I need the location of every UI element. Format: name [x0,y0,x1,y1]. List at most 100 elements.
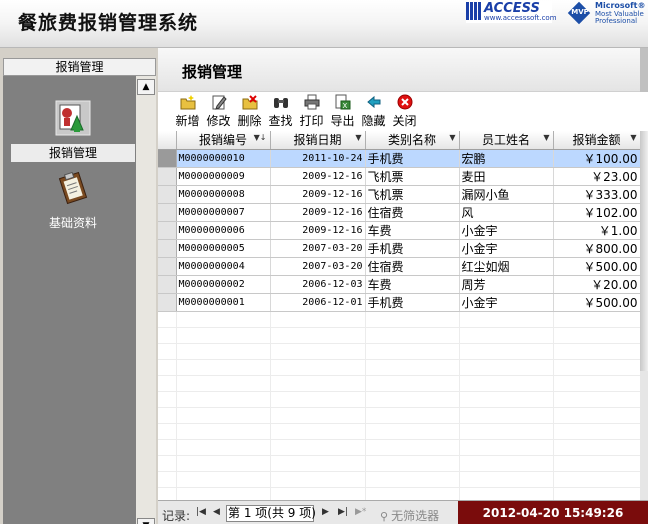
record-position-field[interactable]: 第 1 项(共 9 项) [226,505,316,522]
row-selector[interactable] [158,221,177,240]
cell-employee[interactable]: 小金宇 [459,239,554,258]
cell-amount[interactable]: ￥102.00 [553,203,640,222]
cell-category[interactable]: 飞机票 [365,185,460,204]
cell-amount[interactable]: ￥333.00 [553,185,640,204]
cell-category[interactable]: 手机费 [365,239,460,258]
cell-amount[interactable]: ￥20.00 [553,275,640,294]
row-selector[interactable] [158,275,177,294]
cell-employee[interactable]: 风 [459,203,554,222]
cell-amount[interactable]: ￥100.00 [553,149,640,168]
cell-amount[interactable]: ￥500.00 [553,257,640,276]
cell-id[interactable]: M0000000006 [176,221,271,240]
cell-date[interactable]: 2007-03-20 [270,257,366,276]
dropdown-icon[interactable]: ▼ [543,133,549,142]
cell-employee[interactable]: 宏鹏 [459,149,554,168]
first-record-icon[interactable]: |◀ [196,507,206,517]
sidebar-item-reimbursement[interactable]: 报销管理 [11,100,135,162]
cell-amount[interactable]: ￥500.00 [553,293,640,312]
table-row[interactable]: M0000000005 2007-03-20 手机费 小金宇 ￥800.00 [158,239,640,258]
row-selector[interactable] [158,257,177,276]
dropdown-icon[interactable]: ▼ [355,133,361,142]
cell-id[interactable]: M0000000008 [176,185,271,204]
cell-id[interactable]: M0000000007 [176,203,271,222]
scroll-up-icon[interactable]: ▲ [137,79,155,95]
cell-category[interactable]: 住宿费 [365,257,460,276]
row-selector[interactable] [158,203,177,222]
cell-employee[interactable]: 小金宇 [459,293,554,312]
select-all-cell[interactable] [158,131,177,150]
cell-id[interactable]: M0000000005 [176,239,271,258]
table-row[interactable]: M0000000010 2011-10-24 手机费 宏鹏 ￥100.00 [158,149,640,168]
sidebar-item-basic-data[interactable]: 基础资料 [11,170,135,232]
cell-id[interactable]: M0000000010 [176,149,271,168]
cell-id[interactable]: M0000000009 [176,167,271,186]
print-button[interactable]: 打印 [296,94,327,128]
hide-button[interactable]: 隐藏 [358,94,389,128]
delete-button[interactable]: 删除 [234,94,265,128]
cell-employee[interactable]: 周芳 [459,275,554,294]
next-record-icon[interactable]: ▶ [322,507,329,517]
last-record-icon[interactable]: ▶| [338,507,348,517]
column-header[interactable]: 报销编号 ▼↓ [176,131,271,150]
cell-date[interactable]: 2009-12-16 [270,221,366,240]
close-button[interactable]: 关闭 [389,94,420,128]
cell-amount[interactable]: ￥800.00 [553,239,640,258]
cell-date[interactable]: 2009-12-16 [270,203,366,222]
cell-id[interactable]: M0000000001 [176,293,271,312]
cell-category[interactable]: 手机费 [365,149,460,168]
table-row[interactable]: M0000000009 2009-12-16 飞机票 麦田 ￥23.00 [158,167,640,186]
cell-date[interactable]: 2007-03-20 [270,239,366,258]
cell-id[interactable]: M0000000002 [176,275,271,294]
column-header[interactable]: 报销金额 ▼ [553,131,640,150]
cell-date[interactable]: 2009-12-16 [270,185,366,204]
table-row[interactable]: M0000000006 2009-12-16 车费 小金宇 ￥1.00 [158,221,640,240]
cell-category[interactable]: 车费 [365,275,460,294]
empty-cell [176,359,271,376]
table-row[interactable]: M0000000004 2007-03-20 住宿费 红尘如烟 ￥500.00 [158,257,640,276]
cell-employee[interactable]: 小金宇 [459,221,554,240]
prev-record-icon[interactable]: ◀ [213,507,220,517]
cell-amount[interactable]: ￥23.00 [553,167,640,186]
nav-scrollbar[interactable]: ▲ ▼ [136,76,156,524]
cell-category[interactable]: 车费 [365,221,460,240]
dropdown-icon[interactable]: ▼ [630,133,636,142]
find-button[interactable]: 查找 [265,94,296,128]
add-button[interactable]: 新增 [172,94,203,128]
cell-employee[interactable]: 麦田 [459,167,554,186]
table-row[interactable]: M0000000002 2006-12-03 车费 周芳 ￥20.00 [158,275,640,294]
export-button[interactable]: X 导出 [327,94,358,128]
row-selector[interactable] [158,167,177,186]
filter-status[interactable]: ⚲ 无筛选器 [380,507,439,524]
empty-cell [176,455,271,472]
cell-date[interactable]: 2011-10-24 [270,149,366,168]
row-selector[interactable] [158,149,177,168]
row-selector[interactable] [158,239,177,258]
find-label: 查找 [268,114,293,128]
printer-icon [304,94,320,110]
cell-date[interactable]: 2006-12-03 [270,275,366,294]
empty-cell [459,439,554,456]
dropdown-icon[interactable]: ▼ [449,133,455,142]
table-row[interactable]: M0000000007 2009-12-16 住宿费风 ￥102.00 [158,203,640,222]
column-header[interactable]: 类别名称 ▼ [365,131,460,150]
nav-group-header[interactable]: 报销管理 [3,58,156,76]
column-header[interactable]: 报销日期 ▼ [270,131,366,150]
sort-dropdown-icon[interactable]: ▼↓ [254,133,267,142]
scroll-down-icon[interactable]: ▼ [137,518,155,524]
cell-category[interactable]: 飞机票 [365,167,460,186]
table-row[interactable]: M0000000001 2006-12-01 手机费 小金宇 ￥500.00 [158,293,640,312]
cell-category[interactable]: 手机费 [365,293,460,312]
table-row[interactable]: M0000000008 2009-12-16 飞机票 漏网小鱼 ￥333.00 [158,185,640,204]
cell-category[interactable]: 住宿费 [365,203,460,222]
cell-employee[interactable]: 红尘如烟 [459,257,554,276]
column-header[interactable]: 员工姓名 ▼ [459,131,554,150]
cell-date[interactable]: 2009-12-16 [270,167,366,186]
cell-amount[interactable]: ￥1.00 [553,221,640,240]
cell-employee[interactable]: 漏网小鱼 [459,185,554,204]
edit-button[interactable]: 修改 [203,94,234,128]
new-record-icon[interactable]: ▶* [355,507,366,517]
cell-id[interactable]: M0000000004 [176,257,271,276]
row-selector[interactable] [158,185,177,204]
cell-date[interactable]: 2006-12-01 [270,293,366,312]
row-selector[interactable] [158,293,177,312]
